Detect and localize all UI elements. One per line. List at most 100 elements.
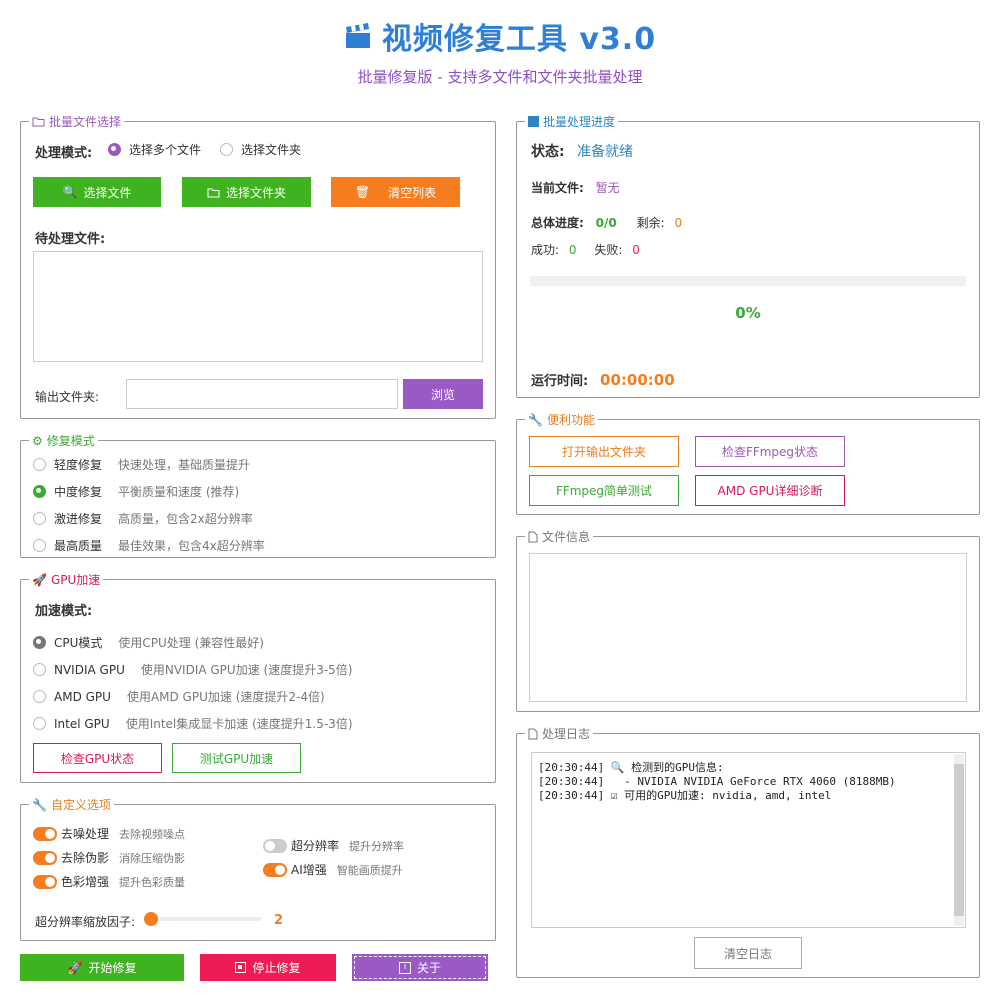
scale-factor-value: 2 (274, 913, 284, 928)
document-icon (528, 531, 538, 542)
clear-log-button[interactable]: 清空日志 (694, 937, 802, 969)
log-scrollbar-thumb[interactable] (954, 764, 964, 916)
repair-option-best[interactable]: 最高质量 最佳效果，包含4x超分辨率 (33, 537, 265, 554)
progress-percent: 0% (735, 304, 761, 322)
mode-option-files[interactable]: 选择多个文件 (108, 141, 201, 158)
radio-icon (33, 636, 46, 649)
output-folder-label: 输出文件夹: (35, 390, 100, 404)
file-info-textarea[interactable] (529, 553, 967, 702)
select-files-button[interactable]: 🔍 选择文件 (33, 177, 161, 207)
toggle-color[interactable]: 色彩增强 提升色彩质量 (33, 873, 185, 890)
success-value: 0 (568, 243, 577, 257)
check-ffmpeg-button[interactable]: 检查FFmpeg状态 (695, 436, 845, 467)
log-legend: 处理日志 (542, 727, 591, 741)
radio-icon (33, 690, 46, 703)
select-folder-button[interactable]: 选择文件夹 (182, 177, 311, 207)
total-progress-row: 总体进度: 0/0 剩余: 0 (531, 214, 682, 231)
toggle-switch-icon (33, 850, 57, 865)
folder-icon (207, 188, 220, 197)
clapperboard-icon (345, 23, 370, 48)
gpu-legend: GPU加速 (50, 573, 101, 587)
ffmpeg-test-button[interactable]: FFmpeg简单测试 (529, 475, 679, 506)
progress-legend: 批量处理进度 (543, 115, 616, 129)
utilities-legend: 便利功能 (546, 413, 595, 427)
scale-factor-label: 超分辨率缩放因子: (35, 915, 136, 929)
trash-icon: 🗑 (354, 185, 371, 199)
open-output-folder-button[interactable]: 打开输出文件夹 (529, 436, 679, 467)
repair-option-light[interactable]: 轻度修复 快速处理，基础质量提升 (33, 456, 250, 473)
log-scrollbar[interactable] (954, 754, 964, 926)
gear-icon: ⚙ (32, 433, 43, 448)
pending-files-list[interactable] (33, 251, 483, 362)
log-line: [20:30:44] - NVIDIA NVIDIA GeForce RTX 4… (538, 775, 896, 788)
start-repair-button[interactable]: 🚀 开始修复 (20, 954, 184, 981)
gpu-option-nvidia[interactable]: NVIDIA GPU 使用NVIDIA GPU加速 (速度提升3-5倍) (33, 661, 352, 678)
browse-button[interactable]: 浏览 (403, 379, 483, 409)
mode-option-folder[interactable]: 选择文件夹 (220, 141, 301, 158)
status-label: 状态: (531, 144, 565, 160)
radio-icon (33, 512, 46, 525)
wrench-icon: 🔧 (32, 797, 47, 812)
fail-value: 0 (632, 243, 640, 257)
pending-files-label: 待处理文件: (35, 232, 106, 247)
document-icon (528, 728, 538, 739)
repair-option-medium[interactable]: 中度修复 平衡质量和速度 (推荐) (33, 483, 239, 500)
mode-label: 处理模式: (35, 146, 93, 161)
app-header: 视频修复工具 v3.0 批量修复版 - 支持多文件和文件夹批量处理 (0, 14, 1000, 87)
total-progress-value: 0/0 (595, 216, 617, 230)
custom-options-legend: 自定义选项 (50, 798, 111, 812)
radio-icon (33, 485, 46, 498)
toggle-denoise[interactable]: 去噪处理 去除视频噪点 (33, 825, 185, 842)
radio-icon (33, 539, 46, 552)
gpu-option-cpu[interactable]: CPU模式 使用CPU处理 (兼容性最好) (33, 634, 264, 651)
runtime-label: 运行时间: (531, 374, 589, 389)
check-gpu-button[interactable]: 检查GPU状态 (33, 743, 162, 773)
stop-icon (235, 962, 247, 973)
toggle-switch-icon (33, 874, 57, 889)
output-folder-input[interactable] (126, 379, 398, 409)
radio-icon (33, 717, 46, 730)
test-gpu-button[interactable]: 测试GPU加速 (172, 743, 301, 773)
toggle-deartifact[interactable]: 去除伪影 消除压缩伪影 (33, 849, 185, 866)
success-label: 成功: (531, 243, 560, 257)
log-line: [20:30:44] ☑ 可用的GPU加速: nvidia, amd, inte… (538, 789, 832, 802)
current-file-label: 当前文件: (531, 181, 584, 195)
app-title: 视频修复工具 v3.0 (381, 22, 657, 57)
gpu-option-intel[interactable]: Intel GPU 使用Intel集成显卡加速 (速度提升1.5-3倍) (33, 715, 353, 732)
amd-gpu-diagnostics-button[interactable]: AMD GPU详细诊断 (695, 475, 845, 506)
stop-repair-button[interactable]: 停止修复 (200, 954, 336, 981)
log-line: [20:30:44] 🔍 检测到的GPU信息: (538, 761, 724, 774)
toggle-switch-icon (263, 838, 287, 853)
rocket-icon: 🚀 (67, 960, 83, 975)
gpu-option-amd[interactable]: AMD GPU 使用AMD GPU加速 (速度提升2-4倍) (33, 688, 325, 705)
runtime-row: 运行时间: 00:00:00 (531, 370, 675, 389)
runtime-value: 00:00:00 (600, 371, 675, 389)
log-lines: [20:30:44] 🔍 检测到的GPU信息: [20:30:44] - NVI… (538, 761, 896, 803)
total-progress-label: 总体进度: (531, 216, 584, 230)
magnifier-icon: 🔍 (62, 185, 78, 199)
toggle-ai[interactable]: AI增强 智能画质提升 (263, 861, 403, 878)
bar-chart-icon (528, 116, 539, 127)
current-file-value: 暂无 (595, 181, 620, 195)
log-textarea[interactable]: [20:30:44] 🔍 检测到的GPU信息: [20:30:44] - NVI… (531, 752, 966, 928)
status-value: 准备就绪 (577, 144, 634, 160)
radio-icon (33, 458, 46, 471)
remaining-value: 0 (674, 216, 683, 230)
result-row: 成功: 0 失败: 0 (531, 241, 640, 258)
accel-mode-label: 加速模式: (35, 604, 93, 619)
current-file-row: 当前文件: 暂无 (531, 179, 620, 196)
toggle-superres[interactable]: 超分辨率 提升分辨率 (263, 837, 404, 854)
status-row: 状态: 准备就绪 (531, 141, 633, 161)
about-button[interactable]: i 关于 (352, 954, 488, 981)
radio-icon (33, 663, 46, 676)
app-subtitle: 批量修复版 - 支持多文件和文件夹批量处理 (357, 68, 643, 86)
scale-slider-handle[interactable] (144, 912, 158, 926)
file-info-legend: 文件信息 (542, 530, 591, 544)
file-selection-legend: 批量文件选择 (49, 115, 122, 129)
scale-slider-track[interactable] (144, 917, 262, 921)
info-icon: i (398, 961, 411, 974)
clear-list-button[interactable]: 🗑 清空列表 (331, 177, 460, 207)
fail-label: 失败: (594, 243, 623, 257)
repair-option-aggressive[interactable]: 激进修复 高质量，包含2x超分辨率 (33, 510, 253, 527)
radio-icon (220, 143, 233, 156)
